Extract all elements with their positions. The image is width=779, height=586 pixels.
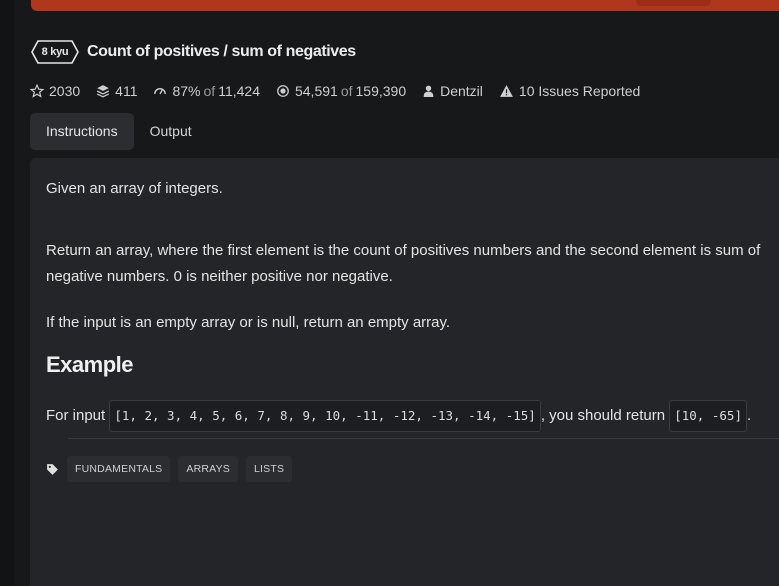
stars-count: 2030 bbox=[49, 83, 81, 99]
stars-stat[interactable]: 2030 bbox=[30, 83, 80, 99]
left-sidebar-edge bbox=[0, 0, 14, 586]
example-heading: Example bbox=[46, 352, 134, 377]
collections-count: 411 bbox=[115, 83, 138, 99]
tag-arrays[interactable]: ARRAYS bbox=[178, 456, 238, 482]
kata-stats: 2030 411 87% of 11,424 54,591 of 159,390… bbox=[30, 81, 656, 101]
example-suffix: . bbox=[746, 407, 752, 424]
completed-stat: 54,591 of 159,390 bbox=[276, 83, 406, 99]
description-paragraph-1: Given an array of integers. bbox=[46, 180, 223, 197]
tag-list: FUNDAMENTALS ARRAYS LISTS bbox=[46, 456, 300, 482]
example-input-code: [1, 2, 3, 4, 5, 6, 7, 8, 9, 10, -11, -12… bbox=[109, 400, 541, 432]
attempts-count: 159,390 bbox=[355, 83, 407, 99]
example-middle: , you should return bbox=[540, 407, 666, 424]
completed-of: of bbox=[340, 83, 353, 99]
example-paragraph: For input [1, 2, 3, 4, 5, 6, 7, 8, 9, 10… bbox=[46, 400, 751, 432]
satisfaction-percent: 87% bbox=[172, 83, 201, 99]
collections-stat[interactable]: 411 bbox=[96, 83, 137, 99]
content-tabs: Instructions Output bbox=[30, 113, 208, 150]
warning-icon bbox=[499, 85, 513, 97]
tab-output[interactable]: Output bbox=[134, 113, 208, 150]
satisfaction-stat: 87% of 11,424 bbox=[153, 83, 260, 99]
description-paragraph-3: If the input is an empty array or is nul… bbox=[46, 314, 451, 331]
author-stat[interactable]: Dentzil bbox=[422, 83, 483, 99]
rank-label: 8 kyu bbox=[41, 46, 69, 58]
kata-title: Count of positives / sum of negatives bbox=[87, 43, 356, 60]
tag-lists[interactable]: LISTS bbox=[246, 456, 293, 482]
example-prefix: For input bbox=[46, 407, 106, 424]
gauge-icon bbox=[154, 88, 167, 95]
author-name: Dentzil bbox=[440, 83, 483, 99]
layers-icon bbox=[97, 85, 110, 98]
kata-header: 8 kyu Count of positives / sum of negati… bbox=[31, 38, 356, 66]
satisfaction-votes: 11,424 bbox=[218, 83, 260, 99]
issues-label: 10 Issues Reported bbox=[518, 83, 641, 99]
divider bbox=[68, 438, 779, 439]
instructions-panel: Given an array of integers. Return an ar… bbox=[30, 158, 779, 586]
description-paragraph-2: Return an array, where the first element… bbox=[46, 242, 761, 285]
issues-stat[interactable]: 10 Issues Reported bbox=[499, 83, 640, 99]
completed-count: 54,591 bbox=[294, 83, 338, 99]
tag-fundamentals[interactable]: FUNDAMENTALS bbox=[67, 456, 171, 482]
satisfaction-of: of bbox=[203, 83, 216, 99]
tab-instructions[interactable]: Instructions bbox=[30, 113, 134, 150]
user-icon bbox=[423, 85, 434, 97]
star-icon bbox=[30, 84, 44, 98]
tag-icon bbox=[47, 463, 58, 475]
example-output-code: [10, -65] bbox=[669, 400, 747, 432]
page: 8 kyu Count of positives / sum of negati… bbox=[0, 0, 779, 586]
target-icon bbox=[277, 85, 289, 97]
banner-button[interactable] bbox=[636, 0, 711, 6]
top-banner bbox=[31, 0, 779, 11]
rank-badge: 8 kyu bbox=[31, 40, 79, 64]
